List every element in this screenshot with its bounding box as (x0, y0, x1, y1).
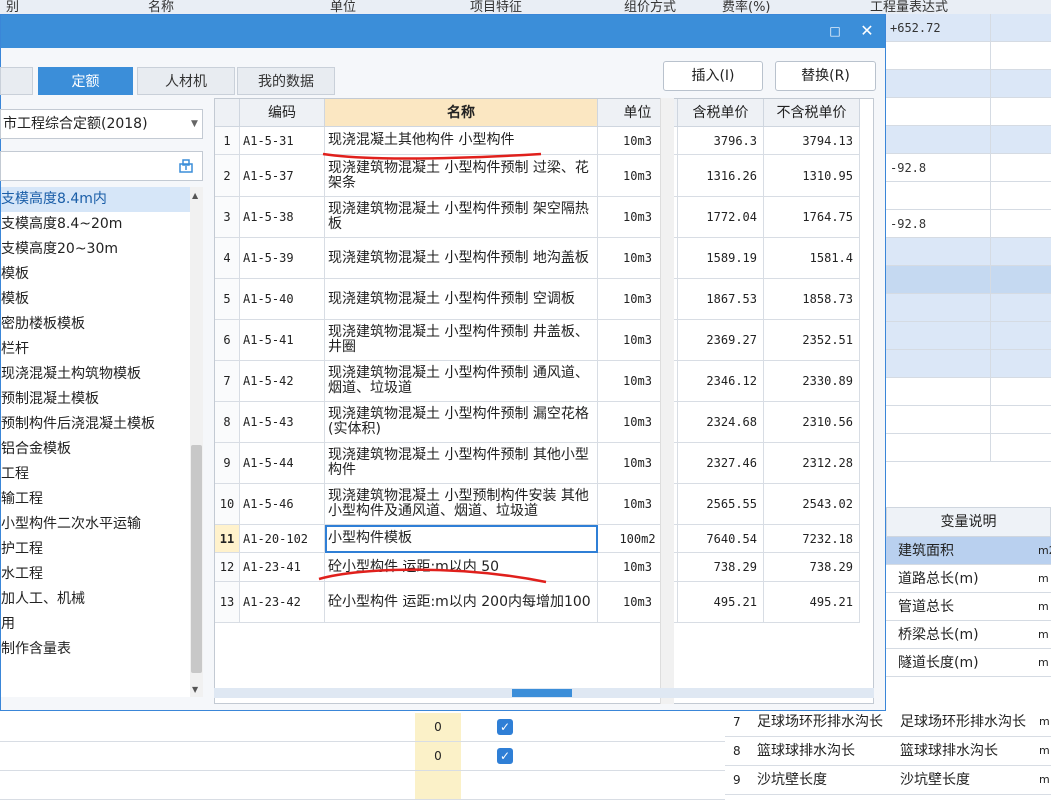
bg-expression-row: +652.72 (886, 14, 1051, 42)
grid-divider (990, 98, 991, 125)
quantity-cell[interactable] (415, 771, 461, 799)
bg-col-category: 别 (6, 0, 20, 15)
bottom-row: 0 ✓ (0, 742, 725, 771)
grid-divider (990, 378, 991, 405)
bg-expression-value: -92.8 (890, 217, 927, 231)
variable-row[interactable]: 建筑面积m2 (886, 537, 1051, 565)
grid-divider (990, 238, 991, 265)
grid-divider (990, 182, 991, 209)
variable-table-header: 变量说明 (886, 507, 1051, 537)
bg-expression-row (886, 98, 1051, 126)
variable-row[interactable]: 桥梁总长(m) m (886, 621, 1051, 649)
grid-divider (990, 406, 991, 433)
bg-col-pricing: 组价方式 (624, 0, 677, 15)
bg-expression-value: -92.8 (890, 161, 927, 175)
grid-divider (990, 210, 991, 237)
bg-expression-row (886, 350, 1051, 378)
grid-divider (990, 42, 991, 69)
bg-expression-row (886, 266, 1051, 294)
bg-expression-row (886, 322, 1051, 350)
bg-col-expression: 工程量表达式 (870, 0, 949, 15)
grid-divider (990, 294, 991, 321)
bottom-row: 0 ✓ (0, 713, 725, 742)
background-column-header: 别 名称 单位 项目特征 组价方式 费率(%) 工程量表达式 (0, 0, 1051, 15)
grid-divider (990, 350, 991, 377)
annotation-layer (318, 152, 547, 584)
bg-expression-row (886, 378, 1051, 406)
bottom-row (0, 771, 725, 800)
bg-expression-row (886, 70, 1051, 98)
quantity-cell[interactable]: 0 (415, 713, 461, 741)
bg-expression-row: -92.8 (886, 210, 1051, 238)
bg-col-unit: 单位 (330, 0, 357, 15)
grid-divider (990, 322, 991, 349)
grid-divider (990, 154, 991, 181)
grid-divider (990, 126, 991, 153)
grid-divider (990, 266, 991, 293)
bg-expression-row (886, 406, 1051, 434)
bg-expression-row (886, 238, 1051, 266)
quota-query-dialog: □ ✕ 定额 人材机 我的数据 插入(I) 替换(R) 市工程综合定额(2018… (0, 14, 886, 711)
background-expression-grid: +652.72 -92.8 -92.8 (886, 14, 1051, 494)
bg-expression-row (886, 42, 1051, 70)
checkbox[interactable]: ✓ (497, 748, 513, 764)
checkbox[interactable]: ✓ (497, 719, 513, 735)
variable-row[interactable]: 道路总长(m) m (886, 565, 1051, 593)
bg-expression-row (886, 182, 1051, 210)
variable-row[interactable]: 隧道长度(m) m (886, 649, 1051, 677)
bg-expression-value: +652.72 (890, 21, 941, 35)
annotation-underline (322, 152, 542, 160)
quantity-cell[interactable]: 0 (415, 742, 461, 770)
bg-expression-row: -92.8 (886, 154, 1051, 182)
bg-col-feature: 项目特征 (470, 0, 523, 15)
bg-expression-row (886, 434, 1051, 462)
variable-detail-row[interactable]: 8 篮球球排水沟长 篮球球排水沟长 m (725, 737, 1051, 766)
bg-expression-row (886, 294, 1051, 322)
variable-detail-row[interactable]: 7 足球场环形排水沟长 足球场环形排水沟长 m (725, 708, 1051, 737)
variable-row[interactable]: 管道总长 m (886, 593, 1051, 621)
grid-divider (990, 434, 991, 461)
grid-divider (990, 70, 991, 97)
grid-divider (990, 14, 991, 41)
bg-col-rate: 费率(%) (722, 0, 771, 15)
bg-expression-row (886, 126, 1051, 154)
bg-col-name: 名称 (148, 0, 175, 15)
annotation-underline (318, 568, 547, 584)
